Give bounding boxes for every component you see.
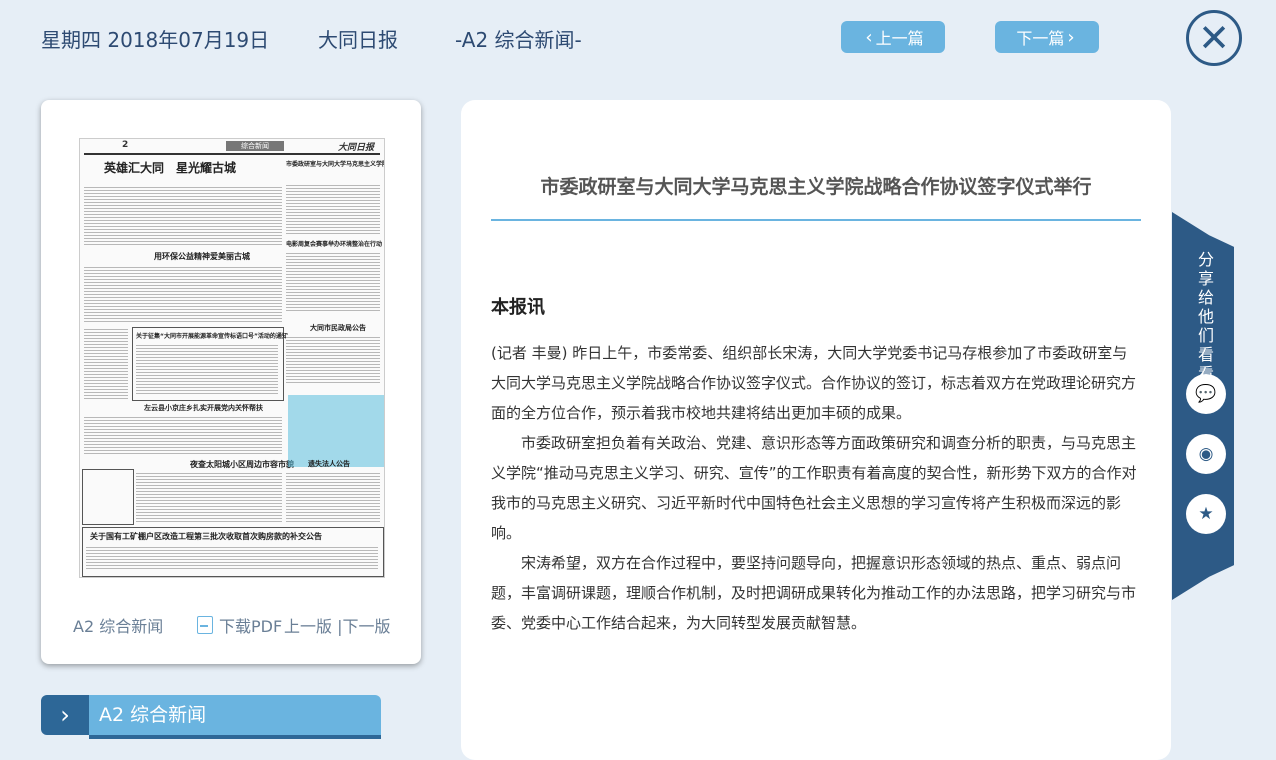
download-pdf-label: 下载PDF bbox=[219, 617, 283, 636]
section-tab-label: A2 综合新闻 bbox=[89, 695, 381, 735]
section-name: -A2 综合新闻- bbox=[455, 28, 582, 52]
thumb-text-block bbox=[136, 343, 278, 395]
page-navigation: 上一版 |下一版 bbox=[284, 613, 391, 637]
thumb-page-caption: A2 综合新闻 bbox=[73, 617, 164, 636]
thumb-text-block bbox=[136, 471, 282, 523]
paper-name: 大同日报 bbox=[318, 28, 398, 52]
thumb-text-block bbox=[84, 327, 128, 399]
thumb-text-block bbox=[84, 265, 282, 323]
thumb-page-number: 2 bbox=[122, 140, 129, 150]
article-paragraph: 宋涛希望，双方在合作过程中，要坚持问题导向，把握意识形态领域的热点、重点、弱点问… bbox=[491, 554, 1137, 632]
next-article-label: 下一篇 bbox=[1016, 29, 1065, 48]
article-paragraph: 市委政研室担负着有关政治、党建、意识形态等方面政策研究和调查分析的职责，与马克思… bbox=[491, 434, 1137, 542]
title-divider bbox=[491, 219, 1141, 221]
section-tab[interactable]: › A2 综合新闻 bbox=[41, 695, 381, 739]
next-page-link[interactable]: 下一版 bbox=[343, 617, 391, 636]
prev-page-link[interactable]: 上一版 bbox=[284, 617, 332, 636]
thumb-highlighted-article[interactable] bbox=[288, 395, 384, 467]
weibo-icon[interactable]: ◉ bbox=[1186, 434, 1226, 474]
thumb-headline: 夜查太阳城小区周边市容市貌 bbox=[190, 460, 294, 469]
thumb-headline: 市委政研室与大同大学马克思主义学院战略合作协议签字仪式举行 bbox=[286, 161, 384, 168]
thumb-text-block bbox=[84, 415, 282, 455]
thumb-text-block bbox=[286, 251, 380, 311]
chevron-right-icon: › bbox=[1067, 26, 1075, 48]
article-paragraph: (记者 丰曼) 昨日上午，市委常委、组织部长宋涛，大同大学党委书记马存根参加了市… bbox=[491, 344, 1137, 422]
chevron-right-icon: › bbox=[41, 695, 89, 735]
download-pdf-link[interactable]: 下载PDF bbox=[197, 613, 282, 637]
thumb-headline: 遗失法人公告 bbox=[308, 460, 350, 468]
thumb-text-block bbox=[86, 545, 378, 571]
wechat-icon[interactable]: 💬 bbox=[1186, 374, 1226, 414]
thumb-headline: 关于国有工矿棚户区改造工程第三批次收取首次购房款的补交公告 bbox=[90, 532, 322, 541]
article-body: (记者 丰曼) 昨日上午，市委常委、组织部长宋涛，大同大学党委书记马存根参加了市… bbox=[491, 338, 1141, 638]
thumb-section-band: 综合新闻 bbox=[226, 141, 284, 151]
thumb-masthead: 大同日报 bbox=[337, 143, 374, 153]
thumb-box bbox=[82, 469, 134, 525]
page-thumbnail-card: 2 大同日报 综合新闻 英雄汇大同 星光耀古城 用环保公益精神爱美丽古城 关于征… bbox=[41, 100, 421, 664]
chevron-left-icon: ‹ bbox=[865, 26, 873, 48]
thumb-headline: 用环保公益精神爱美丽古城 bbox=[154, 252, 250, 261]
issue-date: 星期四 2018年07月19日 bbox=[41, 28, 270, 52]
thumb-text-block bbox=[286, 471, 380, 523]
section-tab-shadow bbox=[89, 735, 381, 739]
thumb-headline: 左云县小京庄乡扎实开展党内关怀帮扶 bbox=[144, 404, 263, 412]
thumb-text-block bbox=[286, 183, 380, 235]
thumb-headline: 关于征集“大同市开展能源革命宣传标语口号”活动的通知 bbox=[136, 333, 288, 340]
thumb-text-block bbox=[286, 335, 380, 385]
qzone-icon[interactable]: ★ bbox=[1186, 494, 1226, 534]
close-icon[interactable]: ✕ bbox=[1186, 10, 1242, 66]
prev-article-button[interactable]: ‹ 上一篇 bbox=[841, 21, 945, 53]
pdf-icon bbox=[197, 616, 213, 634]
share-label: 分享给他们看看 bbox=[1197, 250, 1214, 383]
article-lead: 本报讯 bbox=[491, 297, 545, 318]
newspaper-page-thumbnail[interactable]: 2 大同日报 综合新闻 英雄汇大同 星光耀古城 用环保公益精神爱美丽古城 关于征… bbox=[79, 138, 385, 578]
thumb-headline: 电影周复会赛事举办环境整治在行动 bbox=[286, 241, 383, 248]
prev-article-label: 上一篇 bbox=[875, 29, 924, 48]
thumb-headline: 大同市民政局公告 bbox=[310, 324, 366, 332]
next-article-button[interactable]: 下一篇 › bbox=[995, 21, 1099, 53]
thumb-text-block bbox=[84, 185, 282, 245]
article-panel: 市委政研室与大同大学马克思主义学院战略合作协议签字仪式举行 本报讯 (记者 丰曼… bbox=[461, 100, 1171, 760]
page-nav-separator: | bbox=[332, 617, 343, 636]
article-title: 市委政研室与大同大学马克思主义学院战略合作协议签字仪式举行 bbox=[540, 176, 1092, 198]
thumb-headline: 英雄汇大同 星光耀古城 bbox=[104, 161, 237, 175]
